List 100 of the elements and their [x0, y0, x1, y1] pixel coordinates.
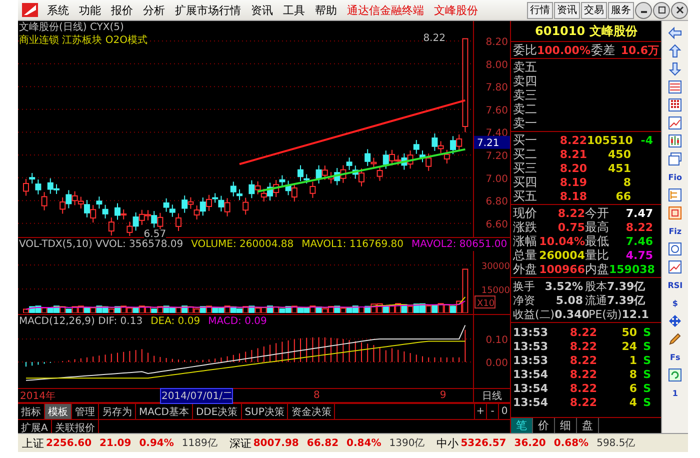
toolbar-button[interactable]	[666, 259, 684, 275]
menu-item[interactable]: 分析	[138, 2, 170, 18]
toolbar-button[interactable]	[666, 187, 684, 203]
stat-value: 7.46	[624, 234, 653, 248]
trade-volume: 50	[620, 326, 637, 338]
menu-item[interactable]: 报价	[106, 2, 138, 18]
top-tab[interactable]: 交易	[581, 2, 607, 18]
trade-side: S	[642, 340, 651, 352]
top-tab[interactable]: 资讯	[554, 2, 580, 18]
move-icon	[668, 314, 682, 328]
toolbar-button[interactable]	[666, 241, 684, 257]
menu-item[interactable]: 工具	[278, 2, 310, 18]
bid-price: 8.19	[558, 176, 587, 188]
toolbar-button[interactable]	[666, 367, 684, 383]
bid-price: 8.20	[558, 162, 587, 174]
stat-label: 外盘	[513, 261, 537, 278]
menu-item[interactable]: 扩展市场行情	[170, 2, 246, 18]
price-axis: 8.20 8.00 7.80 7.60 7.40 7.20 7.00 6.80 6.60 7.21	[474, 21, 510, 236]
toolbar-button[interactable]	[666, 115, 684, 131]
trade-volume: 1	[628, 354, 637, 366]
toolbar-button[interactable]	[666, 97, 684, 113]
down-arrow-icon	[668, 62, 682, 76]
toolbar-button[interactable]: Fiz	[666, 223, 684, 239]
index-change: 21.09	[100, 438, 132, 448]
close-icon	[676, 6, 684, 14]
top-tab[interactable]: 行情	[527, 2, 553, 18]
toolbar-button[interactable]	[666, 133, 684, 149]
template-tab[interactable]: 指标	[18, 404, 45, 419]
stat-value: 10.04%	[538, 234, 585, 248]
date-label: 2014/07/01/二	[160, 388, 234, 404]
info-value: 0.340	[554, 308, 587, 320]
index-change: 66.82	[306, 438, 339, 448]
index-value: 2256.60	[46, 438, 92, 448]
stat-value: 7.47	[624, 206, 653, 220]
trade-side: S	[642, 368, 651, 380]
bid-label: 买二	[513, 146, 537, 162]
zoom-button[interactable]: +	[474, 404, 486, 419]
tool-label: Fio	[668, 172, 682, 182]
stat-value: 100966	[538, 262, 585, 276]
index-value: 8007.98	[253, 438, 299, 448]
minimize-button[interactable]	[635, 2, 652, 18]
date-label: 9	[440, 390, 446, 401]
top-tab[interactable]: 服务	[608, 2, 634, 18]
zoom-button[interactable]: 0	[498, 404, 510, 419]
tool-label: RSI	[668, 280, 683, 290]
table-icon	[668, 80, 682, 94]
app-logo	[22, 3, 38, 17]
tool-label: Fiz	[668, 226, 682, 236]
template-tab[interactable]: 管理	[72, 404, 99, 419]
info-label: PE(动)	[588, 306, 622, 322]
trade-price: 8.22	[568, 382, 597, 394]
stat-value: 159038	[609, 262, 653, 276]
bid-label: 买三	[513, 160, 537, 176]
toolbar-button[interactable]	[666, 205, 684, 221]
ask-label: 卖一	[513, 114, 537, 132]
toolbar-button[interactable]: $	[666, 295, 684, 311]
date-label: 2014年	[20, 390, 56, 402]
trade-price: 8.22	[568, 354, 597, 366]
bid-label: 买一	[513, 132, 537, 148]
toolbar-button[interactable]	[666, 151, 684, 167]
info-value: 12.1	[622, 308, 648, 320]
info-label: 流通	[585, 292, 607, 308]
menu-item[interactable]: 功能	[74, 2, 106, 18]
bid-volume: 66	[614, 190, 631, 202]
template-tab[interactable]: 模板	[45, 404, 72, 419]
stat-label: 最高	[585, 219, 609, 236]
stock-name: 文峰股份	[433, 2, 479, 18]
stat-label: 量比	[585, 247, 609, 263]
ask-label: 卖三	[513, 86, 537, 103]
stat-value: 0.75	[556, 220, 585, 234]
menu-item[interactable]: 资讯	[246, 2, 278, 18]
refresh-icon	[668, 368, 682, 382]
trade-side: S	[642, 354, 651, 366]
trade-side: S	[642, 382, 651, 394]
toolbar-button[interactable]: Fio	[666, 169, 684, 185]
trade-volume: 8	[628, 368, 637, 380]
date-label: 8	[313, 390, 320, 401]
menu-item[interactable]: 帮助	[310, 2, 342, 18]
trade-time: 13:53	[513, 354, 545, 366]
trade-side: S	[642, 326, 651, 338]
stat-value: 260004	[538, 248, 585, 262]
toolbar-button[interactable]: 1	[666, 385, 684, 401]
indicator-value: MACD(12,26,9) DIF: 0.13	[19, 315, 143, 328]
detail-tab[interactable]: 笔	[511, 418, 533, 433]
toolbar-button[interactable]: Fs	[666, 349, 684, 365]
ratio-label: 委比	[513, 42, 537, 58]
toolbar-button[interactable]	[666, 79, 684, 95]
maximize-button[interactable]	[653, 2, 670, 18]
tool-label: 1	[672, 388, 678, 398]
grid-icon	[668, 98, 682, 112]
brand-name: 通达信金融终端	[346, 2, 425, 18]
diff-value: 10.6万	[620, 42, 659, 58]
menu-item[interactable]: 系统	[42, 2, 74, 18]
bid-volume: 8	[622, 176, 631, 188]
close-button[interactable]	[671, 2, 688, 18]
stat-label: 涨幅	[513, 232, 537, 249]
trade-time: 13:54	[513, 368, 545, 380]
toolbar-button[interactable]: RSI	[666, 277, 684, 293]
toolbar-button[interactable]	[666, 25, 684, 41]
template-tab[interactable]: DDE决策	[192, 404, 242, 419]
